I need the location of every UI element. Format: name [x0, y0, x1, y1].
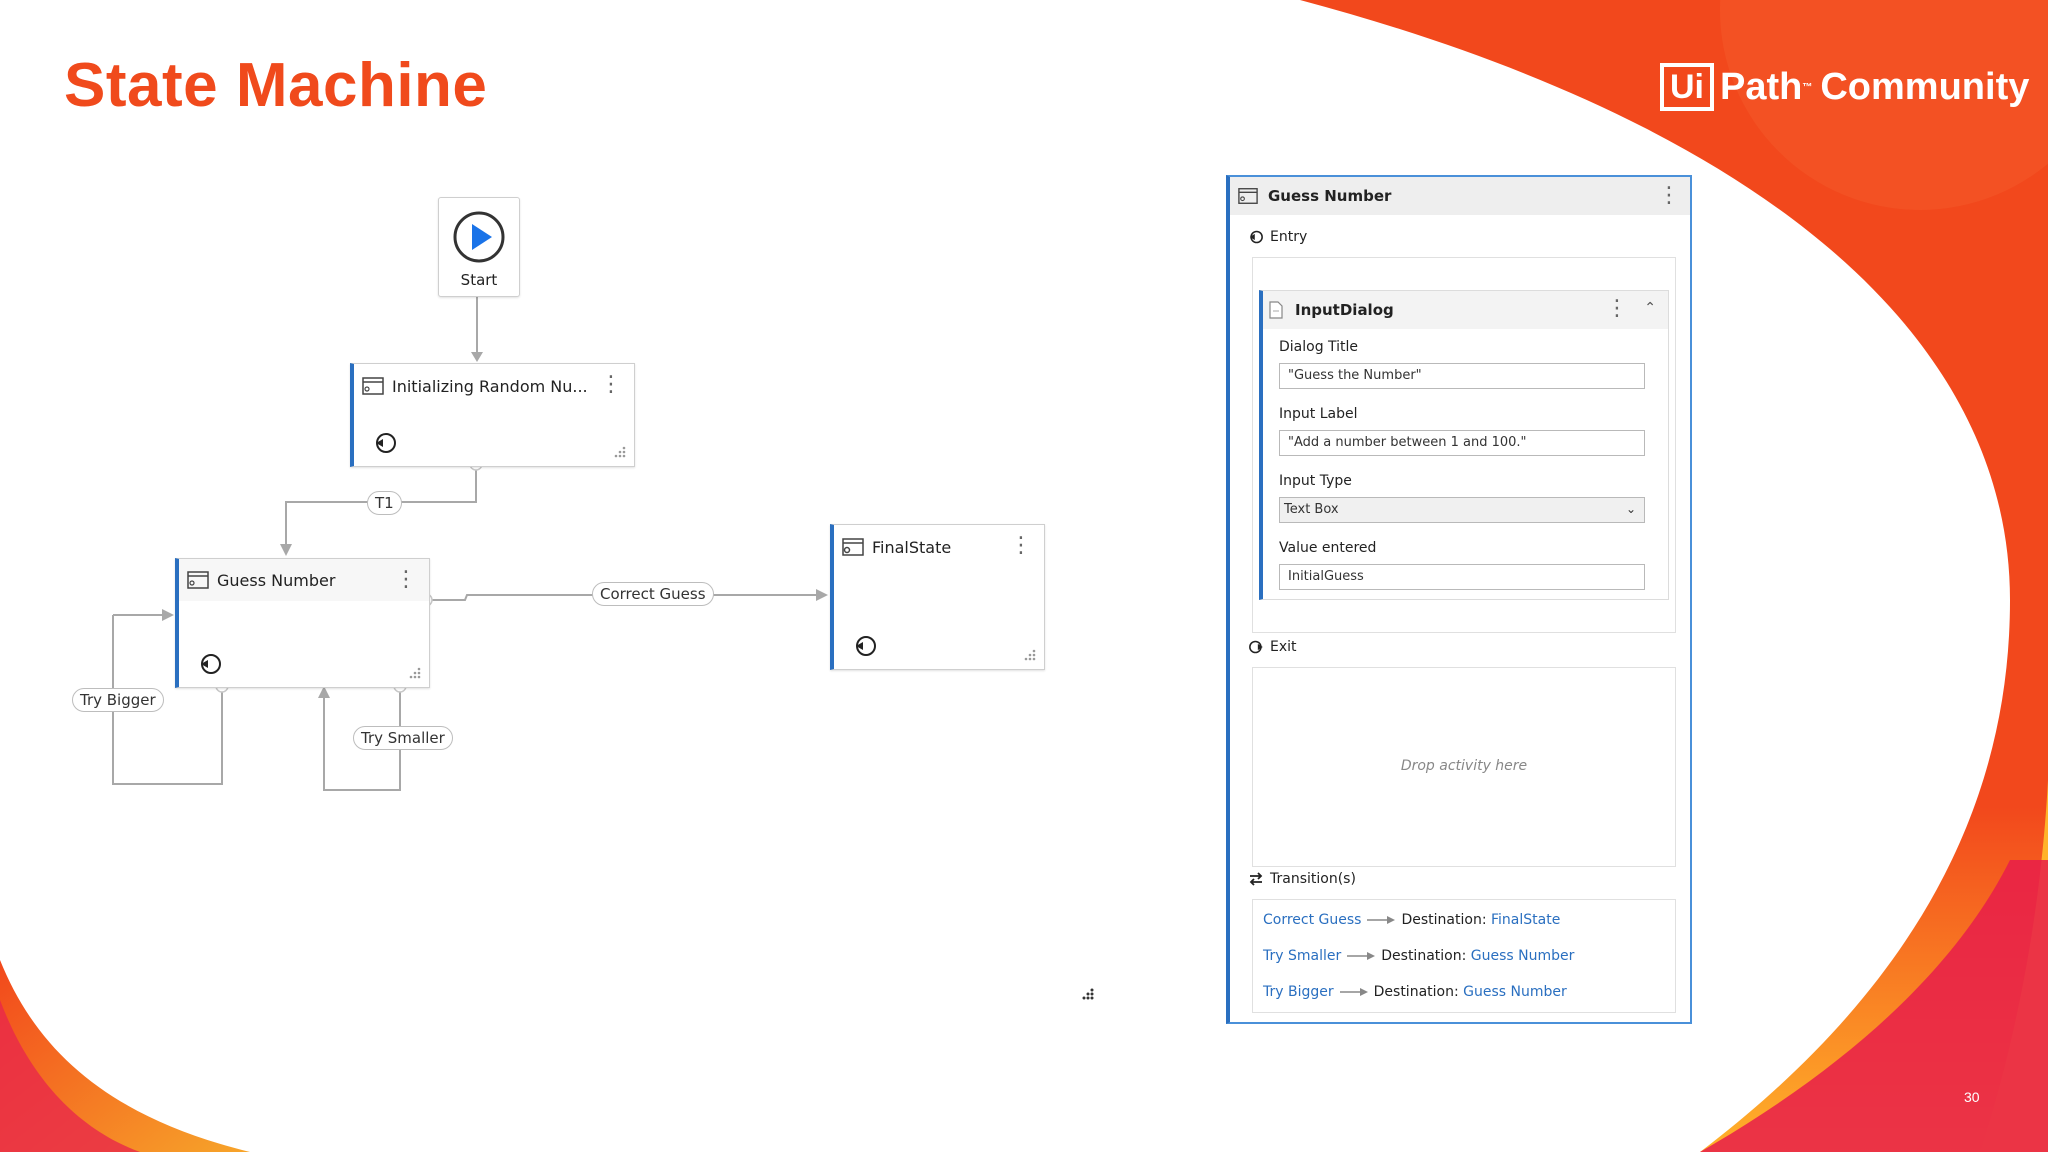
page-number: 30	[1964, 1089, 1980, 1105]
transition-name-link[interactable]: Correct Guess	[1263, 912, 1361, 928]
start-label: Start	[460, 271, 498, 289]
state-header: Guess Number	[179, 559, 429, 601]
transition-row[interactable]: Correct Guess Destination: FinalState	[1263, 912, 1560, 928]
input-type-select[interactable]: Text Box ⌄	[1279, 497, 1645, 523]
more-options-icon[interactable]: ⋮	[1010, 533, 1032, 559]
destination-link[interactable]: Guess Number	[1471, 948, 1575, 964]
input-dialog-activity[interactable]: InputDialog ⋮ ⌃ Dialog Title "Guess the …	[1259, 290, 1669, 600]
logo-path-text: Path	[1720, 65, 1803, 108]
input-label-label: Input Label	[1279, 406, 1358, 422]
exit-label-text: Exit	[1270, 639, 1297, 655]
start-node[interactable]: Start	[438, 197, 520, 297]
transition-t1[interactable]: T1	[367, 491, 402, 515]
document-icon	[1269, 301, 1283, 319]
exit-section-label: Exit	[1248, 639, 1297, 655]
more-options-icon[interactable]: ⋮	[1658, 183, 1680, 209]
more-options-icon[interactable]: ⋮	[1606, 296, 1628, 321]
state-title: Initializing Random Nu...	[392, 376, 588, 396]
resize-grip-icon[interactable]	[612, 444, 626, 458]
entry-icon	[201, 654, 221, 674]
transition-row[interactable]: Try Smaller Destination: Guess Number	[1263, 948, 1574, 964]
arrow-right-icon	[1367, 916, 1396, 924]
transition-icon	[1249, 872, 1263, 886]
transition-row[interactable]: Try Bigger Destination: Guess Number	[1263, 984, 1567, 1000]
entry-drop-zone[interactable]: InputDialog ⋮ ⌃ Dialog Title "Guess the …	[1252, 257, 1676, 633]
panel-title: Guess Number	[1268, 187, 1392, 205]
state-title: FinalState	[872, 537, 952, 557]
entry-icon	[856, 636, 876, 656]
transition-name-link[interactable]: Try Bigger	[1263, 984, 1334, 1000]
value-entered-field[interactable]: InitialGuess	[1279, 564, 1645, 590]
resize-grip-icon[interactable]	[1022, 647, 1036, 661]
state-initializing[interactable]: Initializing Random Nu... ⋮	[350, 363, 635, 467]
arrow-right-icon	[1347, 952, 1376, 960]
exit-icon	[1249, 640, 1263, 654]
chevron-down-icon: ⌄	[1625, 502, 1636, 516]
entry-icon	[376, 433, 396, 453]
transition-correct-guess[interactable]: Correct Guess	[592, 582, 714, 606]
resize-grip-icon[interactable]	[407, 665, 421, 679]
transition-name-link[interactable]: Try Smaller	[1263, 948, 1341, 964]
destination-link[interactable]: FinalState	[1491, 912, 1560, 928]
transitions-list: Correct Guess Destination: FinalState Tr…	[1252, 899, 1676, 1013]
slide-title: State Machine	[64, 51, 488, 120]
destination-link[interactable]: Guess Number	[1463, 984, 1567, 1000]
destination-label: Destination:	[1401, 912, 1487, 928]
logo-trademark: ™	[1802, 81, 1813, 93]
transitions-section-label: Transition(s)	[1248, 871, 1356, 887]
state-header: Initializing Random Nu...	[354, 364, 634, 408]
value-entered-label: Value entered	[1279, 540, 1377, 556]
activity-header: InputDialog ⋮ ⌃	[1263, 291, 1668, 329]
state-title: Guess Number	[217, 570, 336, 590]
state-final[interactable]: FinalState ⋮	[830, 524, 1045, 670]
transition-try-smaller[interactable]: Try Smaller	[353, 726, 453, 750]
play-icon	[453, 211, 505, 263]
destination-label: Destination:	[1373, 984, 1459, 1000]
dialog-title-label: Dialog Title	[1279, 339, 1359, 355]
panel-header: Guess Number ⋮	[1230, 177, 1690, 215]
input-type-label: Input Type	[1279, 473, 1352, 489]
logo-ui-box: Ui	[1660, 63, 1714, 111]
activity-title: InputDialog	[1295, 301, 1394, 319]
entry-icon	[1249, 230, 1263, 244]
more-options-icon[interactable]: ⋮	[600, 372, 622, 398]
input-type-value: Text Box	[1284, 502, 1339, 517]
state-guess-number[interactable]: Guess Number ⋮	[175, 558, 430, 688]
input-label-field[interactable]: "Add a number between 1 and 100."	[1279, 430, 1645, 456]
state-icon	[187, 571, 209, 589]
exit-drop-zone[interactable]: Drop activity here	[1252, 667, 1676, 867]
state-detail-panel: Guess Number ⋮ Entry InputDialog ⋮ ⌃ Dia…	[1226, 175, 1692, 1024]
uipath-community-logo: Ui Path ™ Community	[1660, 62, 2029, 112]
drop-activity-hint: Drop activity here	[1400, 758, 1528, 774]
collapse-icon[interactable]: ⌃	[1644, 300, 1656, 316]
logo-community-text: Community	[1820, 65, 2030, 108]
entry-label-text: Entry	[1270, 229, 1308, 245]
entry-section-label: Entry	[1248, 229, 1307, 245]
state-icon	[1238, 188, 1258, 204]
state-icon	[362, 377, 384, 395]
dialog-title-field[interactable]: "Guess the Number"	[1279, 363, 1645, 389]
state-icon	[842, 538, 864, 556]
destination-label: Destination:	[1381, 948, 1467, 964]
more-options-icon[interactable]: ⋮	[395, 567, 417, 593]
canvas-resize-grip-icon[interactable]	[1080, 986, 1094, 1000]
transition-try-bigger[interactable]: Try Bigger	[72, 688, 164, 712]
transitions-label-text: Transition(s)	[1270, 871, 1356, 887]
arrow-right-icon	[1339, 988, 1368, 996]
